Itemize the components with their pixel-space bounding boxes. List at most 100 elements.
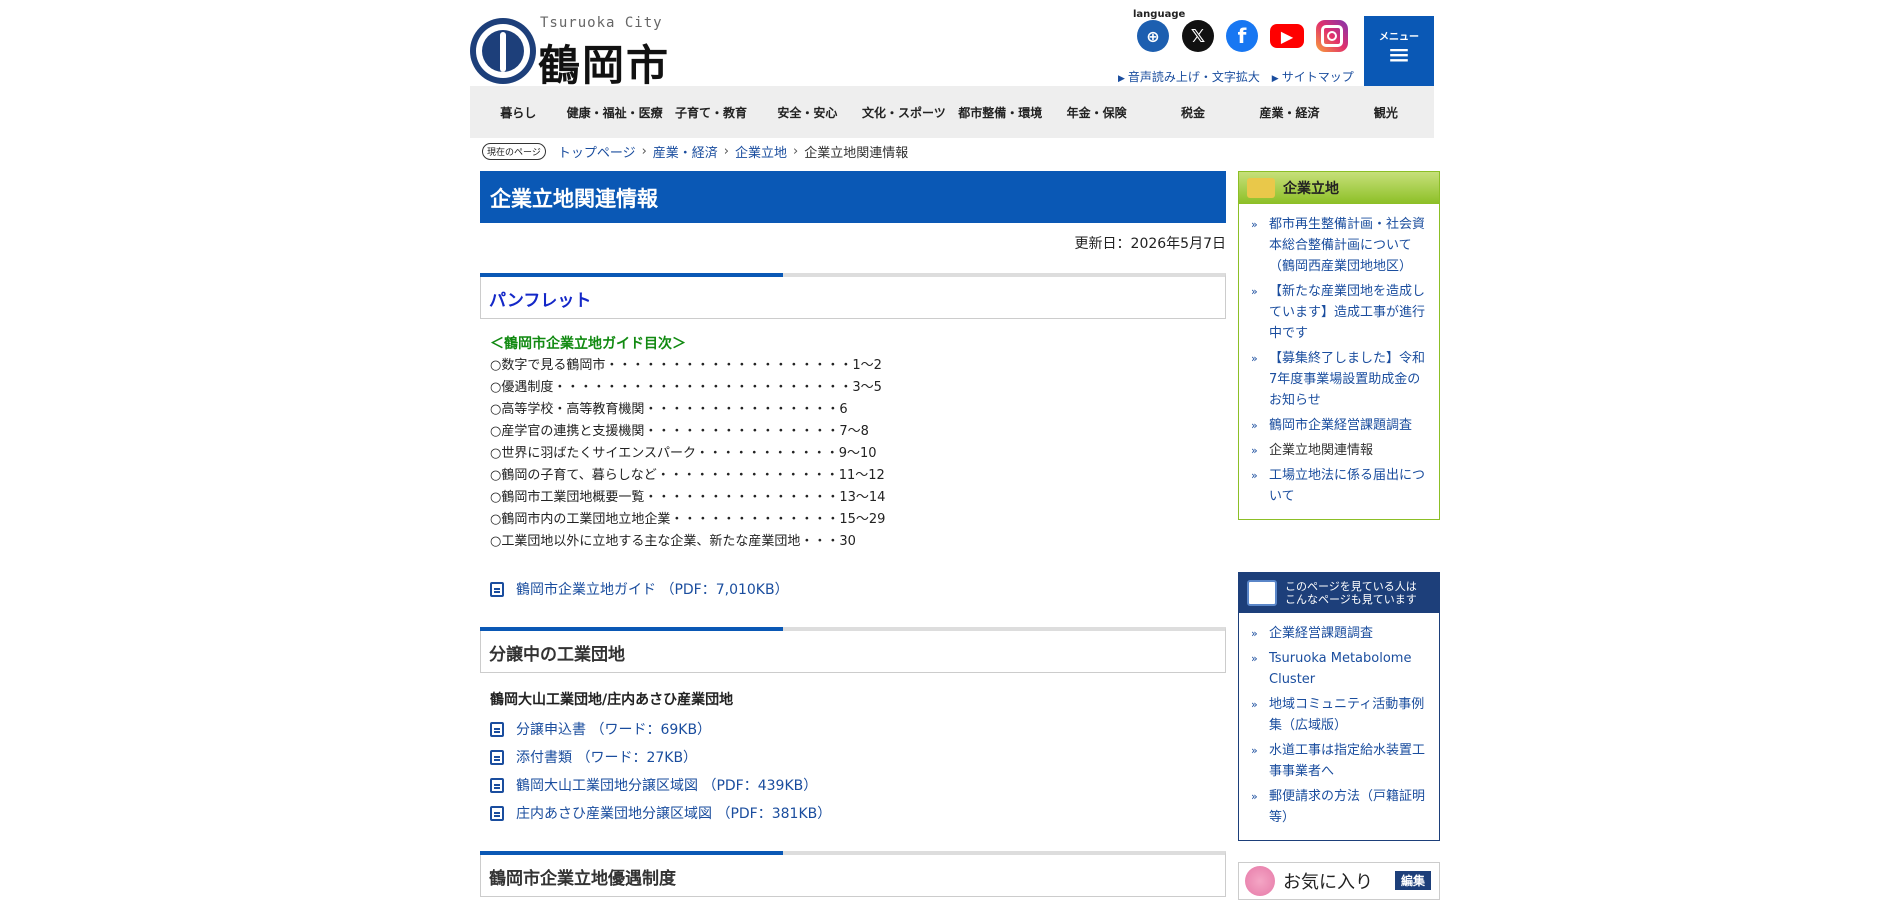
toc-item: ○工業団地以外に立地する主な企業、新たな産業団地・・・30 (490, 534, 856, 549)
youtube-icon[interactable]: ▶ (1270, 24, 1304, 48)
list-item: 鶴岡市企業経営課題調査 (1249, 415, 1429, 436)
nav-item-health[interactable]: 健康・福祉・医療 (566, 86, 663, 138)
nav-item-industry[interactable]: 産業・経済 (1241, 86, 1337, 138)
section-heading-pamphlet: パンフレット (480, 273, 1226, 319)
menu-button[interactable]: メニュー ≡ (1364, 16, 1434, 86)
nav-item-culture[interactable]: 文化・スポーツ (856, 86, 952, 138)
breadcrumb: 現在のページ トップページ › 産業・経済 › 企業立地 › 企業立地関連情報 (482, 142, 908, 161)
list-item: 企業経営課題調査 (1249, 623, 1429, 644)
pdf-link-oyama-map[interactable]: 鶴岡大山工業団地分譲区域図 （PDF：439KB） (490, 771, 1226, 799)
nav-item-safety[interactable]: 安全・安心 (759, 86, 855, 138)
language-label: language (1133, 9, 1186, 20)
calendar-icon (1247, 580, 1277, 606)
pdf-icon (490, 777, 504, 793)
sitemap-link[interactable]: サイトマップ (1272, 70, 1354, 84)
site-logo[interactable]: Tsuruoka City 鶴岡市 (470, 15, 680, 90)
read-aloud-link[interactable]: 音声読み上げ・文字拡大 (1118, 70, 1260, 84)
toc-item: ○数字で見る鶴岡市・・・・・・・・・・・・・・・・・・・1～2 (490, 358, 882, 373)
related-link[interactable]: Tsuruoka Metabolome Cluster (1269, 651, 1411, 687)
x-icon[interactable]: 𝕏 (1182, 20, 1214, 52)
city-emblem-icon (470, 18, 536, 84)
list-item: 工場立地法に係る届出について (1249, 465, 1429, 507)
sidebar-link[interactable]: 鶴岡市企業経営課題調査 (1269, 418, 1412, 433)
edit-favorites-button[interactable]: 編集 (1394, 871, 1431, 890)
breadcrumb-separator: › (641, 144, 647, 159)
nav-item-living[interactable]: 暮らし (470, 86, 566, 138)
list-item: 地域コミュニティ活動事例集（広域版） (1249, 694, 1429, 736)
instagram-icon[interactable] (1316, 20, 1348, 52)
pdf-link-asahi-map[interactable]: 庄内あさひ産業団地分譲区域図 （PDF：381KB） (490, 799, 1226, 827)
flower-icon (1245, 866, 1275, 896)
list-item: 企業立地関連情報 (1249, 440, 1429, 461)
sidebar-link[interactable]: 【募集終了しました】令和7年度事業場設置助成金のお知らせ (1269, 351, 1425, 408)
file-link-label: 添付書類 （ワード：27KB） (516, 750, 698, 766)
breadcrumb-top[interactable]: トップページ (558, 142, 636, 161)
word-link-application[interactable]: 分譲申込書 （ワード：69KB） (490, 715, 1226, 743)
sidebar-box-title: 企業立地 (1283, 181, 1339, 197)
word-icon (490, 721, 504, 737)
related-box-header: このページを見ている人は こんなページも見ています (1239, 573, 1439, 613)
related-link-list: 企業経営課題調査 Tsuruoka Metabolome Cluster 地域コ… (1239, 613, 1439, 840)
pdf-link-guide[interactable]: 鶴岡市企業立地ガイド （PDF：7,010KB） (490, 575, 1226, 603)
favorites-box: お気に入り 編集 (1238, 862, 1440, 900)
logo-japanese: 鶴岡市 (538, 41, 671, 90)
list-item: 郵便請求の方法（戸籍証明等） (1249, 786, 1429, 828)
breadcrumb-industry[interactable]: 産業・経済 (653, 142, 718, 161)
toc-item: ○高等学校・高等教育機関・・・・・・・・・・・・・・・6 (490, 402, 848, 417)
toc-item: ○世界に羽ばたくサイエンスパーク・・・・・・・・・・・9～10 (490, 446, 877, 461)
section-heading-sale: 分譲中の工業団地 (480, 627, 1226, 673)
utility-links: 音声読み上げ・文字拡大 サイトマップ (1118, 68, 1362, 85)
breadcrumb-current: 企業立地関連情報 (804, 146, 909, 161)
file-link-label: 鶴岡大山工業団地分譲区域図 （PDF：439KB） (516, 778, 818, 794)
page-title: 企業立地関連情報 (480, 171, 1226, 223)
toc-item: ○鶴岡市内の工業団地立地企業・・・・・・・・・・・・・15～29 (490, 512, 886, 527)
list-item: 【新たな産業団地を造成しています】造成工事が進行中です (1249, 281, 1429, 344)
list-item: 都市再生整備計画・社会資本総合整備計画について（鶴岡西産業団地地区） (1249, 214, 1429, 277)
nav-item-tax[interactable]: 税金 (1145, 86, 1241, 138)
breadcrumb-separator: › (723, 144, 729, 159)
toc-item: ○鶴岡市工業団地概要一覧・・・・・・・・・・・・・・・13～14 (490, 490, 886, 505)
guide-toc: ＜鶴岡市企業立地ガイド目次＞ ○数字で見る鶴岡市・・・・・・・・・・・・・・・・… (480, 333, 1226, 553)
sidebar-link-list: 都市再生整備計画・社会資本総合整備計画について（鶴岡西産業団地地区） 【新たな産… (1239, 204, 1439, 519)
list-item: 【募集終了しました】令和7年度事業場設置助成金のお知らせ (1249, 348, 1429, 411)
related-title-line: このページを見ている人は (1285, 580, 1417, 593)
logo-english: Tsuruoka City (540, 15, 663, 31)
related-box-title: このページを見ている人は こんなページも見ています (1285, 580, 1417, 606)
file-link-label: 分譲申込書 （ワード：69KB） (516, 722, 712, 738)
related-link[interactable]: 郵便請求の方法（戸籍証明等） (1269, 789, 1425, 825)
nav-item-childcare[interactable]: 子育て・教育 (663, 86, 759, 138)
related-link[interactable]: 地域コミュニティ活動事例集（広域版） (1269, 697, 1424, 733)
sidebar-link[interactable]: 都市再生整備計画・社会資本総合整備計画について（鶴岡西産業団地地区） (1269, 217, 1425, 274)
list-item: 水道工事は指定給水装置工事事業者へ (1249, 740, 1429, 782)
related-link[interactable]: 企業経営課題調査 (1269, 626, 1373, 641)
updated-date: 更新日：2026年5月7日 (1074, 236, 1226, 252)
sidebar-link[interactable]: 【新たな産業団地を造成しています】造成工事が進行中です (1269, 284, 1425, 341)
pdf-icon (490, 805, 504, 821)
toc-title: ＜鶴岡市企業立地ガイド目次＞ (490, 336, 686, 352)
sidebar-link[interactable]: 工場立地法に係る届出について (1269, 468, 1425, 504)
word-link-attachments[interactable]: 添付書類 （ワード：27KB） (490, 743, 1226, 771)
list-item: Tsuruoka Metabolome Cluster (1249, 648, 1429, 690)
pdf-link-label: 鶴岡市企業立地ガイド （PDF：7,010KB） (516, 582, 789, 598)
file-link-label: 庄内あさひ産業団地分譲区域図 （PDF：381KB） (516, 806, 832, 822)
sidebar-box-header: 企業立地 (1239, 172, 1439, 204)
nav-item-tourism[interactable]: 観光 (1338, 86, 1434, 138)
breadcrumb-separator: › (793, 144, 799, 159)
current-page-badge: 現在のページ (482, 143, 546, 160)
globe-icon[interactable]: ⊕ (1137, 20, 1169, 52)
toc-item: ○優遇制度・・・・・・・・・・・・・・・・・・・・・・・3～5 (490, 380, 882, 395)
toc-item: ○産学官の連携と支援機関・・・・・・・・・・・・・・・7～8 (490, 424, 869, 439)
related-link[interactable]: 水道工事は指定給水装置工事事業者へ (1269, 743, 1425, 779)
sidebar-category-box: 企業立地 都市再生整備計画・社会資本総合整備計画について（鶴岡西産業団地地区） … (1238, 171, 1440, 520)
facebook-icon[interactable]: f (1226, 20, 1258, 52)
industrial-park-subheading: 鶴岡大山工業団地/庄内あさひ産業団地 (490, 692, 734, 708)
global-nav: 暮らし 健康・福祉・医療 子育て・教育 安全・安心 文化・スポーツ 都市整備・環… (470, 86, 1434, 138)
related-title-line: こんなページも見ています (1285, 593, 1417, 606)
related-pages-box: このページを見ている人は こんなページも見ています 企業経営課題調査 Tsuru… (1238, 572, 1440, 841)
main-content: 企業立地関連情報 更新日：2026年5月7日 パンフレット ＜鶴岡市企業立地ガイ… (480, 171, 1226, 897)
breadcrumb-location[interactable]: 企業立地 (735, 142, 787, 161)
nav-item-urban[interactable]: 都市整備・環境 (952, 86, 1048, 138)
pdf-icon (490, 581, 504, 597)
sidebar-current-item: 企業立地関連情報 (1269, 443, 1374, 458)
nav-item-pension[interactable]: 年金・保険 (1048, 86, 1144, 138)
